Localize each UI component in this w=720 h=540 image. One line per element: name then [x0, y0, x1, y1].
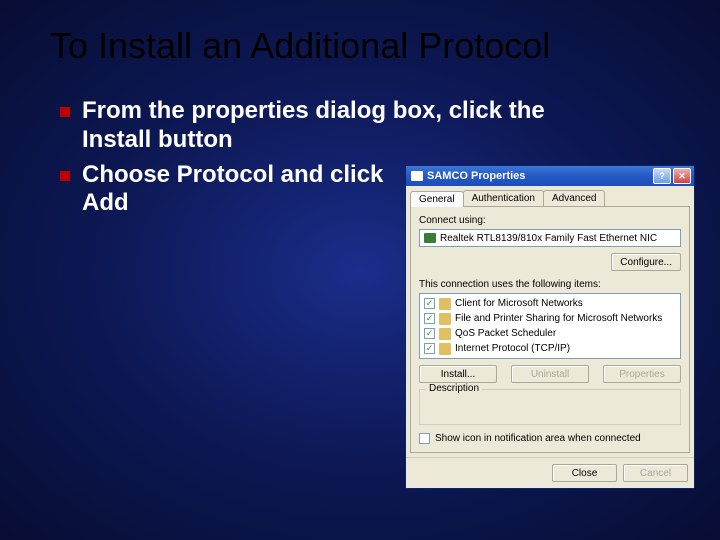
- list-item[interactable]: ✓ Internet Protocol (TCP/IP): [422, 341, 678, 356]
- adapter-name: Realtek RTL8139/810x Family Fast Etherne…: [440, 233, 657, 244]
- bullet-text: Choose Protocol and click Add: [82, 161, 400, 219]
- close-button[interactable]: ✕: [673, 168, 691, 184]
- close-footer-button[interactable]: Close: [552, 464, 617, 482]
- connect-using-label: Connect using:: [419, 215, 681, 226]
- description-label: Description: [426, 383, 482, 394]
- protocol-icon: [439, 343, 451, 355]
- titlebar: SAMCO Properties ? ✕: [406, 166, 694, 186]
- item-label: QoS Packet Scheduler: [455, 328, 556, 339]
- tab-general[interactable]: General: [410, 191, 464, 207]
- item-label: Client for Microsoft Networks: [455, 298, 583, 309]
- description-group: Description: [419, 389, 681, 425]
- service-icon: [439, 313, 451, 325]
- cancel-footer-button[interactable]: Cancel: [623, 464, 688, 482]
- uninstall-button[interactable]: Uninstall: [511, 365, 589, 383]
- checkbox-icon[interactable]: ✓: [424, 298, 435, 309]
- bullet-item: Choose Protocol and click Add: [60, 161, 400, 219]
- window-icon: [411, 171, 423, 181]
- install-button[interactable]: Install...: [419, 365, 497, 383]
- adapter-field: Realtek RTL8139/810x Family Fast Etherne…: [419, 229, 681, 247]
- service-icon: [439, 328, 451, 340]
- tab-advanced[interactable]: Advanced: [543, 190, 605, 206]
- window-title: SAMCO Properties: [427, 170, 651, 182]
- items-listbox[interactable]: ✓ Client for Microsoft Networks ✓ File a…: [419, 293, 681, 359]
- list-item[interactable]: ✓ QoS Packet Scheduler: [422, 326, 678, 341]
- item-buttons: Install... Uninstall Properties: [419, 365, 681, 383]
- item-label: File and Printer Sharing for Microsoft N…: [455, 313, 662, 324]
- dialog-footer: Close Cancel: [406, 457, 694, 488]
- tab-authentication[interactable]: Authentication: [463, 190, 544, 206]
- configure-button[interactable]: Configure...: [611, 253, 681, 271]
- list-item[interactable]: ✓ File and Printer Sharing for Microsoft…: [422, 311, 678, 326]
- help-button[interactable]: ?: [653, 168, 671, 184]
- properties-button[interactable]: Properties: [603, 365, 681, 383]
- show-icon-row[interactable]: Show icon in notification area when conn…: [419, 433, 681, 444]
- properties-dialog: SAMCO Properties ? ✕ General Authenticat…: [405, 165, 695, 489]
- checkbox-icon[interactable]: ✓: [424, 343, 435, 354]
- bullet-marker-icon: [60, 171, 70, 181]
- show-icon-label: Show icon in notification area when conn…: [435, 433, 641, 444]
- checkbox-icon[interactable]: [419, 433, 430, 444]
- bullet-text: From the properties dialog box, click th…: [82, 97, 620, 155]
- bullet-item: From the properties dialog box, click th…: [60, 97, 620, 155]
- nic-icon: [424, 233, 436, 243]
- tab-strip: General Authentication Advanced: [406, 186, 694, 206]
- checkbox-icon[interactable]: ✓: [424, 328, 435, 339]
- item-label: Internet Protocol (TCP/IP): [455, 343, 570, 354]
- client-icon: [439, 298, 451, 310]
- tab-panel-general: Connect using: Realtek RTL8139/810x Fami…: [410, 206, 690, 453]
- slide-title: To Install an Additional Protocol: [0, 0, 720, 77]
- checkbox-icon[interactable]: ✓: [424, 313, 435, 324]
- bullet-marker-icon: [60, 107, 70, 117]
- items-label: This connection uses the following items…: [419, 279, 681, 290]
- list-item[interactable]: ✓ Client for Microsoft Networks: [422, 296, 678, 311]
